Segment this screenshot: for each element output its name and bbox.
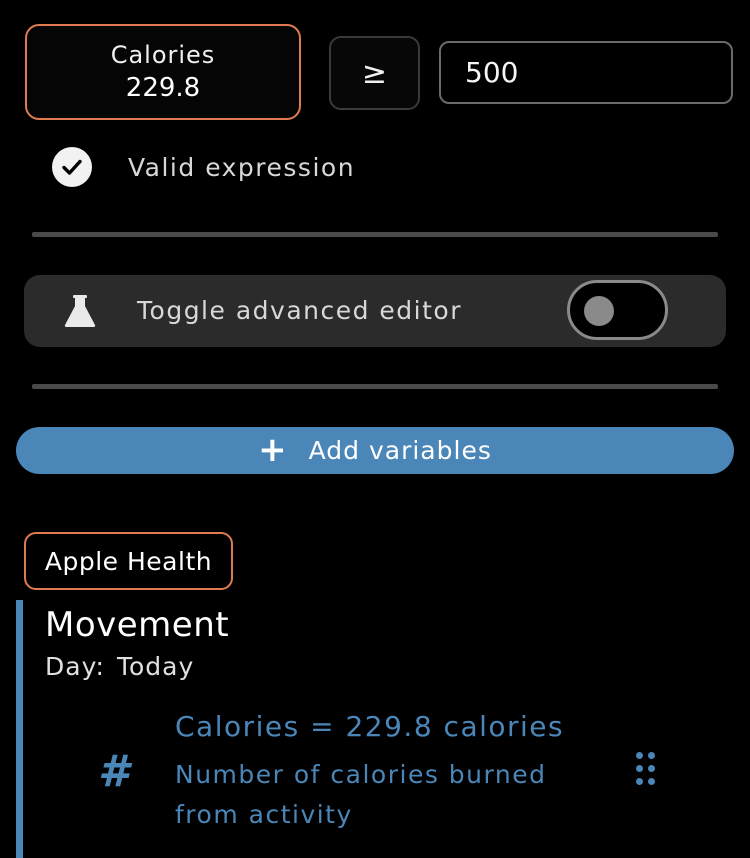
operator-button[interactable]: ≥ (329, 36, 420, 110)
add-variables-label: Add variables (308, 436, 492, 465)
group-title: Movement (45, 605, 230, 645)
value-input[interactable] (439, 41, 733, 104)
add-variables-button[interactable]: + Add variables (16, 427, 734, 474)
group-accent-bar (16, 600, 23, 858)
variable-chip[interactable]: Calories 229.8 (25, 24, 301, 120)
drag-handle-icon[interactable] (636, 752, 658, 786)
divider (32, 384, 718, 389)
check-circle-icon (52, 147, 92, 187)
day-label: Day: (45, 652, 105, 681)
advanced-editor-row[interactable]: Toggle advanced editor (24, 275, 726, 347)
expression-editor-screen: Calories 229.8 ≥ Valid expression Toggle… (0, 0, 750, 858)
source-chip[interactable]: Apple Health (24, 532, 233, 590)
variable-item-title[interactable]: Calories = 229.8 calories (175, 710, 564, 743)
validation-text: Valid expression (128, 152, 356, 182)
hash-icon: # (98, 746, 129, 797)
validation-status: Valid expression (52, 146, 355, 188)
variable-chip-name: Calories (110, 41, 216, 69)
variable-chip-value: 229.8 (125, 73, 201, 103)
plus-icon: + (258, 430, 287, 470)
advanced-editor-toggle[interactable] (567, 280, 668, 340)
toggle-knob (584, 296, 614, 326)
flask-icon (62, 293, 98, 329)
day-value[interactable]: Today (117, 652, 194, 681)
advanced-editor-label: Toggle advanced editor (137, 296, 462, 325)
day-row: Day: Today (45, 652, 194, 681)
variable-item-description: Number of calories burned from activity (175, 760, 547, 829)
divider (32, 232, 718, 237)
